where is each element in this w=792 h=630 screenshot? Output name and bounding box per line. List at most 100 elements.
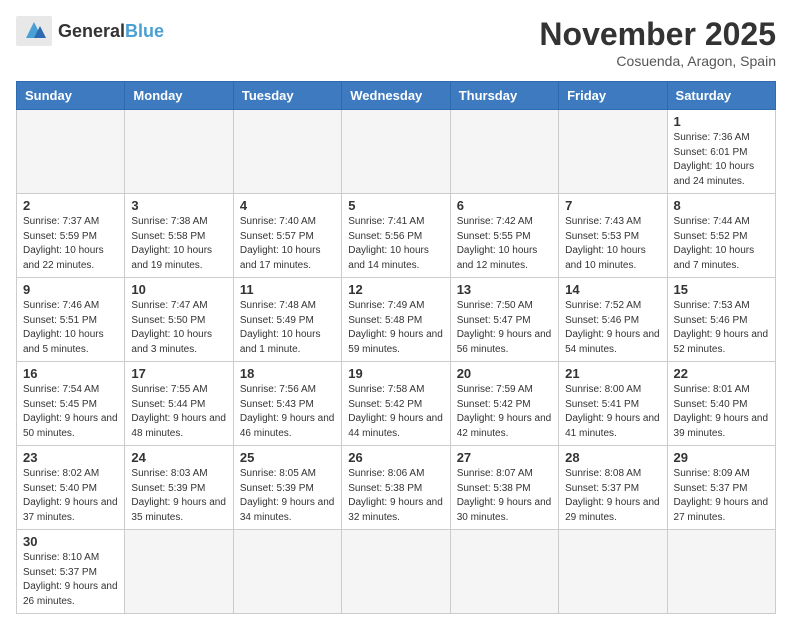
table-row: 21 Sunrise: 8:00 AM Sunset: 5:41 PM Dayli… <box>559 362 667 446</box>
day-info: Sunrise: 7:55 AM Sunset: 5:44 PM Dayligh… <box>131 383 226 441</box>
day-info: Sunrise: 8:09 AM Sunset: 5:37 PM Dayligh… <box>674 467 769 525</box>
table-row <box>17 110 125 194</box>
logo: GeneralBlue <box>16 16 164 46</box>
month-year: November 2025 <box>539 16 776 53</box>
weekday-header-row: Sunday Monday Tuesday Wednesday Thursday… <box>17 82 776 110</box>
day-info: Sunrise: 7:56 AM Sunset: 5:43 PM Dayligh… <box>240 383 335 441</box>
day-number: 21 <box>565 366 660 381</box>
table-row: 5 Sunrise: 7:41 AM Sunset: 5:56 PM Daylig… <box>342 194 450 278</box>
day-number: 5 <box>348 198 443 213</box>
header-wednesday: Wednesday <box>342 82 450 110</box>
table-row: 9 Sunrise: 7:46 AM Sunset: 5:51 PM Daylig… <box>17 278 125 362</box>
day-number: 2 <box>23 198 118 213</box>
header-saturday: Saturday <box>667 82 775 110</box>
table-row: 30 Sunrise: 8:10 AM Sunset: 5:37 PM Dayli… <box>17 530 125 614</box>
header-sunday: Sunday <box>17 82 125 110</box>
table-row: 18 Sunrise: 7:56 AM Sunset: 5:43 PM Dayli… <box>233 362 341 446</box>
table-row: 10 Sunrise: 7:47 AM Sunset: 5:50 PM Dayli… <box>125 278 233 362</box>
table-row: 12 Sunrise: 7:49 AM Sunset: 5:48 PM Dayli… <box>342 278 450 362</box>
day-info: Sunrise: 7:42 AM Sunset: 5:55 PM Dayligh… <box>457 215 552 273</box>
table-row: 15Sunrise: 7:53 AM Sunset: 5:46 PM Dayli… <box>667 278 775 362</box>
day-info: Sunrise: 7:43 AM Sunset: 5:53 PM Dayligh… <box>565 215 660 273</box>
day-number: 19 <box>348 366 443 381</box>
calendar-row: 23Sunrise: 8:02 AM Sunset: 5:40 PM Dayli… <box>17 446 776 530</box>
day-number: 12 <box>348 282 443 297</box>
table-row: 3 Sunrise: 7:38 AM Sunset: 5:58 PM Daylig… <box>125 194 233 278</box>
table-row: 28 Sunrise: 8:08 AM Sunset: 5:37 PM Dayli… <box>559 446 667 530</box>
logo-icon <box>16 16 52 46</box>
header-monday: Monday <box>125 82 233 110</box>
table-row: 24 Sunrise: 8:03 AM Sunset: 5:39 PM Dayli… <box>125 446 233 530</box>
calendar-row: 30 Sunrise: 8:10 AM Sunset: 5:37 PM Dayli… <box>17 530 776 614</box>
day-info: Sunrise: 7:44 AM Sunset: 5:52 PM Dayligh… <box>674 215 769 273</box>
day-number: 8 <box>674 198 769 213</box>
table-row: 16Sunrise: 7:54 AM Sunset: 5:45 PM Dayli… <box>17 362 125 446</box>
day-info: Sunrise: 8:03 AM Sunset: 5:39 PM Dayligh… <box>131 467 226 525</box>
day-number: 26 <box>348 450 443 465</box>
table-row: 4 Sunrise: 7:40 AM Sunset: 5:57 PM Daylig… <box>233 194 341 278</box>
calendar-row: 1 Sunrise: 7:36 AM Sunset: 6:01 PM Daylig… <box>17 110 776 194</box>
day-number: 17 <box>131 366 226 381</box>
table-row: 2 Sunrise: 7:37 AM Sunset: 5:59 PM Daylig… <box>17 194 125 278</box>
table-row <box>233 530 341 614</box>
table-row: 17 Sunrise: 7:55 AM Sunset: 5:44 PM Dayli… <box>125 362 233 446</box>
table-row: 7Sunrise: 7:43 AM Sunset: 5:53 PM Daylig… <box>559 194 667 278</box>
day-info: Sunrise: 7:54 AM Sunset: 5:45 PM Dayligh… <box>23 383 118 441</box>
day-number: 22 <box>674 366 769 381</box>
day-info: Sunrise: 8:10 AM Sunset: 5:37 PM Dayligh… <box>23 551 118 609</box>
table-row: 29 Sunrise: 8:09 AM Sunset: 5:37 PM Dayli… <box>667 446 775 530</box>
table-row: 25Sunrise: 8:05 AM Sunset: 5:39 PM Dayli… <box>233 446 341 530</box>
day-number: 13 <box>457 282 552 297</box>
day-info: Sunrise: 8:06 AM Sunset: 5:38 PM Dayligh… <box>348 467 443 525</box>
table-row <box>125 530 233 614</box>
day-number: 29 <box>674 450 769 465</box>
day-info: Sunrise: 8:01 AM Sunset: 5:40 PM Dayligh… <box>674 383 769 441</box>
day-number: 10 <box>131 282 226 297</box>
day-number: 6 <box>457 198 552 213</box>
table-row <box>342 110 450 194</box>
day-number: 27 <box>457 450 552 465</box>
calendar-row: 9 Sunrise: 7:46 AM Sunset: 5:51 PM Daylig… <box>17 278 776 362</box>
day-info: Sunrise: 7:36 AM Sunset: 6:01 PM Dayligh… <box>674 131 769 189</box>
table-row: 8 Sunrise: 7:44 AM Sunset: 5:52 PM Daylig… <box>667 194 775 278</box>
day-info: Sunrise: 7:49 AM Sunset: 5:48 PM Dayligh… <box>348 299 443 357</box>
table-row: 23Sunrise: 8:02 AM Sunset: 5:40 PM Dayli… <box>17 446 125 530</box>
day-info: Sunrise: 7:37 AM Sunset: 5:59 PM Dayligh… <box>23 215 118 273</box>
table-row: 1 Sunrise: 7:36 AM Sunset: 6:01 PM Daylig… <box>667 110 775 194</box>
day-number: 23 <box>23 450 118 465</box>
day-number: 24 <box>131 450 226 465</box>
day-number: 30 <box>23 534 118 549</box>
day-number: 9 <box>23 282 118 297</box>
day-number: 18 <box>240 366 335 381</box>
day-info: Sunrise: 8:00 AM Sunset: 5:41 PM Dayligh… <box>565 383 660 441</box>
table-row: 20 Sunrise: 7:59 AM Sunset: 5:42 PM Dayli… <box>450 362 558 446</box>
table-row: 19Sunrise: 7:58 AM Sunset: 5:42 PM Dayli… <box>342 362 450 446</box>
table-row <box>667 530 775 614</box>
day-info: Sunrise: 7:38 AM Sunset: 5:58 PM Dayligh… <box>131 215 226 273</box>
day-info: Sunrise: 7:47 AM Sunset: 5:50 PM Dayligh… <box>131 299 226 357</box>
day-number: 3 <box>131 198 226 213</box>
calendar-row: 2 Sunrise: 7:37 AM Sunset: 5:59 PM Daylig… <box>17 194 776 278</box>
calendar-row: 16Sunrise: 7:54 AM Sunset: 5:45 PM Dayli… <box>17 362 776 446</box>
day-info: Sunrise: 7:48 AM Sunset: 5:49 PM Dayligh… <box>240 299 335 357</box>
table-row <box>233 110 341 194</box>
table-row <box>342 530 450 614</box>
table-row <box>559 110 667 194</box>
day-info: Sunrise: 8:08 AM Sunset: 5:37 PM Dayligh… <box>565 467 660 525</box>
day-number: 14 <box>565 282 660 297</box>
header-tuesday: Tuesday <box>233 82 341 110</box>
day-info: Sunrise: 7:40 AM Sunset: 5:57 PM Dayligh… <box>240 215 335 273</box>
page-header: GeneralBlue November 2025 Cosuenda, Arag… <box>16 16 776 69</box>
table-row: 13 Sunrise: 7:50 AM Sunset: 5:47 PM Dayli… <box>450 278 558 362</box>
day-number: 15 <box>674 282 769 297</box>
table-row: 14Sunrise: 7:52 AM Sunset: 5:46 PM Dayli… <box>559 278 667 362</box>
header-thursday: Thursday <box>450 82 558 110</box>
day-info: Sunrise: 7:50 AM Sunset: 5:47 PM Dayligh… <box>457 299 552 357</box>
day-info: Sunrise: 7:41 AM Sunset: 5:56 PM Dayligh… <box>348 215 443 273</box>
day-number: 20 <box>457 366 552 381</box>
day-info: Sunrise: 7:46 AM Sunset: 5:51 PM Dayligh… <box>23 299 118 357</box>
day-number: 28 <box>565 450 660 465</box>
day-info: Sunrise: 7:59 AM Sunset: 5:42 PM Dayligh… <box>457 383 552 441</box>
day-number: 4 <box>240 198 335 213</box>
day-number: 1 <box>674 114 769 129</box>
